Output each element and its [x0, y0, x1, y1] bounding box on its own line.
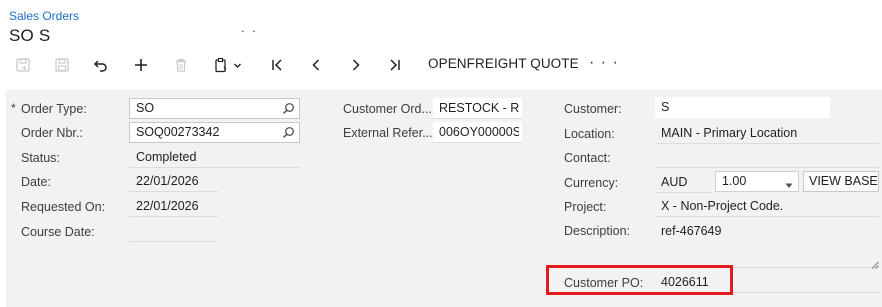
- next-record-button[interactable]: [345, 52, 367, 78]
- save-close-button[interactable]: [12, 52, 34, 78]
- add-button[interactable]: [130, 52, 152, 78]
- page-header: Sales Orders SO S . . OPENFREIGHT QUOTE …: [0, 0, 882, 90]
- page-title-tail: . .: [241, 20, 258, 35]
- external-reference-label: External Refer...: [343, 126, 433, 140]
- save-icon: [54, 57, 70, 73]
- order-nbr-field[interactable]: SOQ00273342: [129, 122, 300, 143]
- copy-paste-icon: [213, 57, 229, 73]
- customer-order-value: RESTOCK - RI: [439, 101, 519, 115]
- save-close-icon: [15, 57, 31, 73]
- course-date-label: Course Date:: [21, 225, 95, 239]
- order-nbr-label: Order Nbr.:: [21, 126, 83, 140]
- status-value: Completed: [129, 148, 300, 168]
- undo-icon: [93, 57, 109, 73]
- course-date-field[interactable]: [129, 222, 218, 242]
- customer-value: S: [661, 100, 670, 114]
- openfreight-quote-button[interactable]: OPENFREIGHT QUOTE: [428, 56, 579, 71]
- undo-button[interactable]: [90, 52, 112, 78]
- customer-po-highlight-box: [546, 265, 733, 295]
- last-record-button[interactable]: [384, 52, 406, 78]
- previous-record-button[interactable]: [305, 52, 327, 78]
- page-title: SO S: [9, 26, 51, 45]
- add-icon: [133, 57, 149, 73]
- status-label: Status:: [21, 151, 60, 165]
- breadcrumb-sales-orders[interactable]: Sales Orders: [9, 9, 79, 23]
- description-label: Description:: [564, 224, 630, 238]
- external-reference-value: 006OY00000S: [439, 125, 519, 139]
- currency-label: Currency:: [564, 176, 619, 190]
- project-label: Project:: [564, 200, 607, 214]
- previous-record-icon: [308, 57, 324, 73]
- next-record-icon: [348, 57, 364, 73]
- order-type-label: Order Type:: [21, 102, 87, 116]
- chevron-down-icon: [233, 61, 242, 70]
- save-button[interactable]: [51, 52, 73, 78]
- order-nbr-value: SOQ00273342: [136, 125, 220, 139]
- requested-on-field[interactable]: 22/01/2026: [129, 197, 218, 217]
- order-type-field[interactable]: SO: [129, 98, 300, 119]
- contact-field[interactable]: [655, 148, 879, 168]
- customer-label: Customer:: [564, 102, 622, 116]
- currency-code-field[interactable]: AUD: [655, 173, 713, 193]
- dropdown-arrow-icon: [785, 178, 793, 191]
- search-icon[interactable]: [282, 102, 295, 118]
- view-base-button[interactable]: VIEW BASE: [803, 171, 879, 192]
- customer-field[interactable]: S: [655, 97, 830, 118]
- delete-button[interactable]: [170, 52, 192, 78]
- requested-on-label: Requested On:: [21, 200, 106, 214]
- currency-rate-select[interactable]: 1.00: [715, 171, 799, 192]
- search-icon[interactable]: [282, 126, 295, 142]
- more-actions-button[interactable]: · · ·: [589, 54, 619, 72]
- delete-icon: [173, 57, 189, 73]
- first-record-icon: [269, 57, 285, 73]
- resize-handle-icon[interactable]: [871, 256, 879, 274]
- location-field[interactable]: MAIN - Primary Location: [655, 124, 879, 144]
- order-type-value: SO: [136, 101, 155, 115]
- customer-order-field[interactable]: RESTOCK - RI: [433, 98, 522, 119]
- contact-label: Contact:: [564, 151, 611, 165]
- project-field[interactable]: X - Non-Project Code.: [655, 197, 879, 217]
- external-reference-field[interactable]: 006OY00000S: [433, 122, 522, 143]
- date-field[interactable]: 22/01/2026: [129, 172, 218, 192]
- date-label: Date:: [21, 175, 51, 189]
- copy-paste-button[interactable]: [209, 52, 245, 78]
- customer-order-label: Customer Ord...: [343, 102, 432, 116]
- first-record-button[interactable]: [266, 52, 288, 78]
- last-record-icon: [387, 57, 403, 73]
- location-label: Location:: [564, 127, 615, 141]
- description-field[interactable]: ref-467649: [655, 220, 879, 268]
- currency-rate-value: 1.00: [722, 174, 747, 188]
- required-marker: *: [11, 101, 16, 115]
